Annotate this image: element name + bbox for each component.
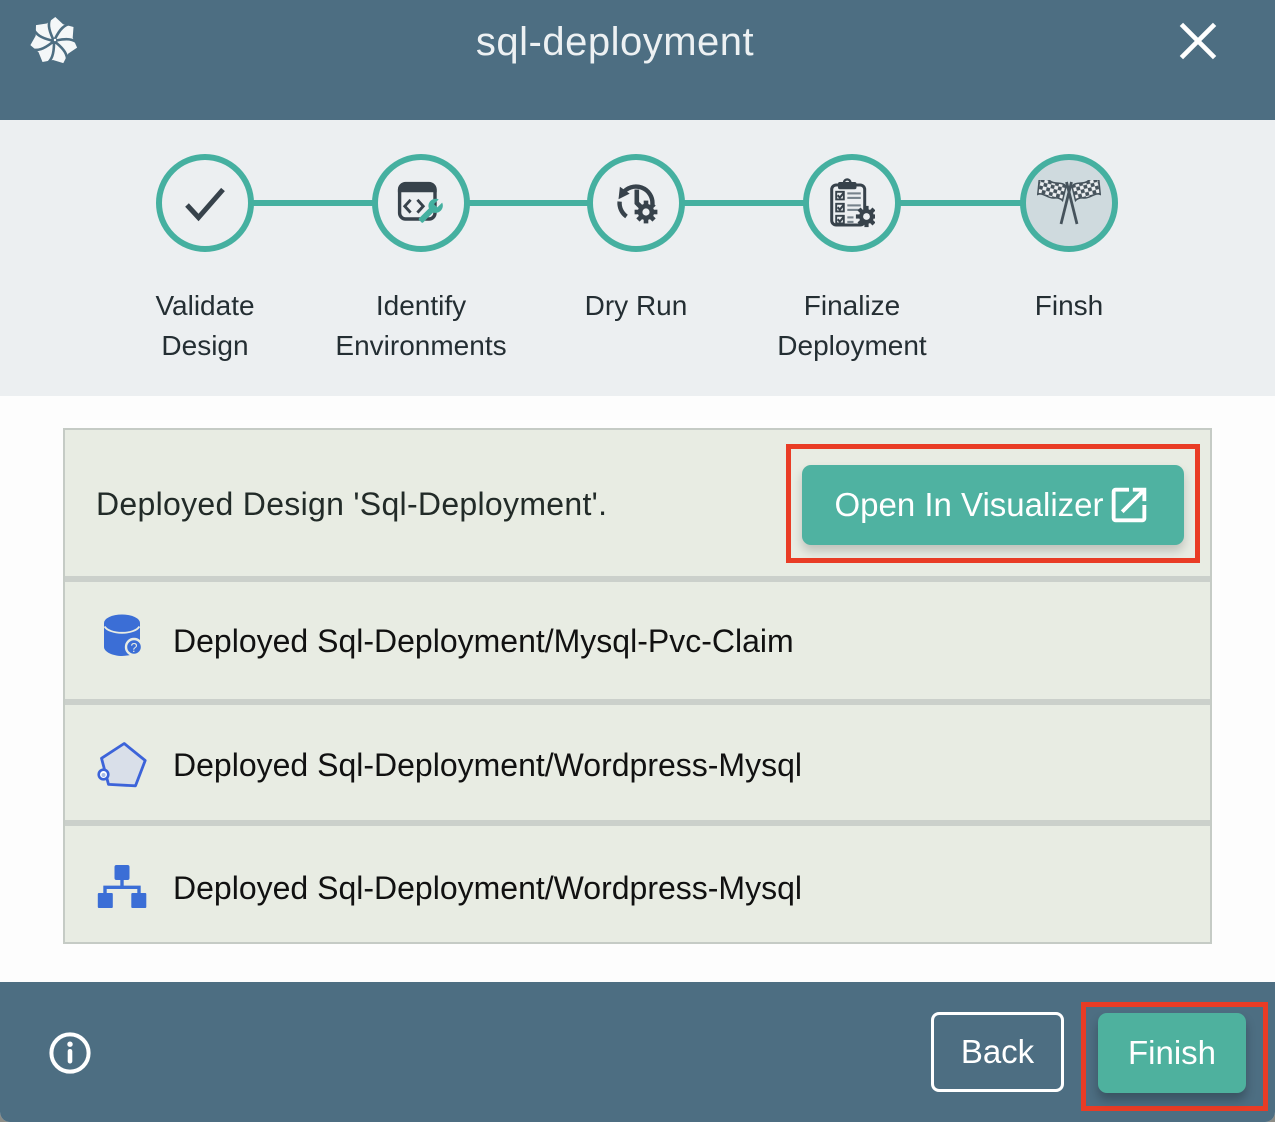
svg-text:?: ? [131,641,138,655]
